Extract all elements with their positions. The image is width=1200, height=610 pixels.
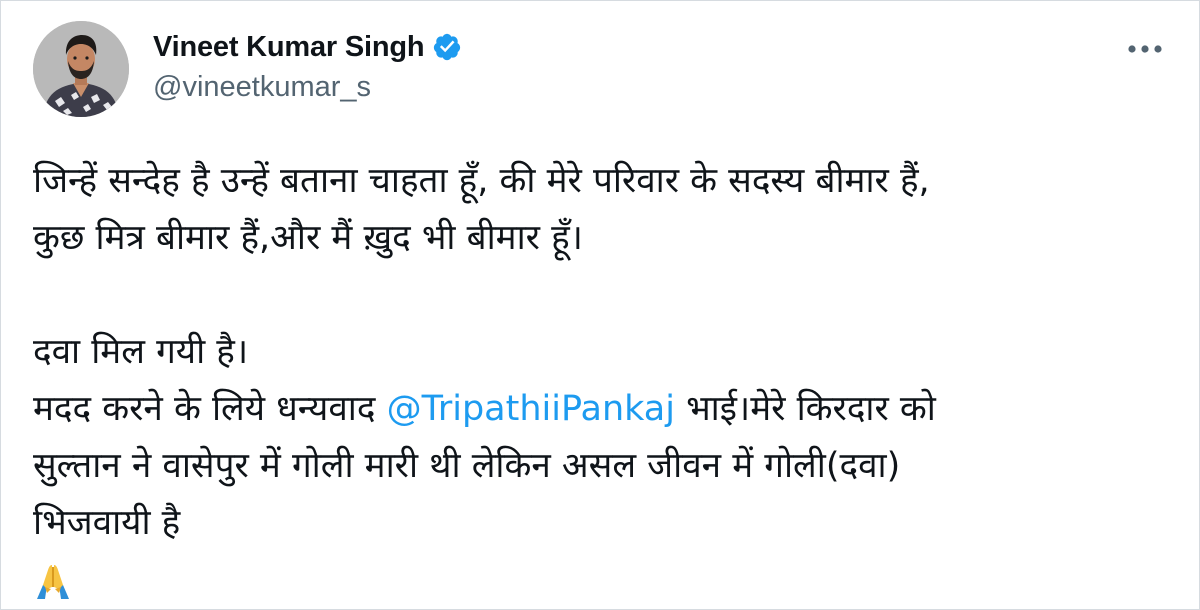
tweet-text-segment: मदद करने के लिये धन्यवाद xyxy=(33,389,387,429)
tweet-line: सुल्तान ने वासेपुर में गोली मारी थी लेकि… xyxy=(33,446,901,486)
verified-badge-icon xyxy=(432,32,462,62)
avatar-photo xyxy=(33,21,129,117)
tweet-text: जिन्हें सन्देह है उन्हें बताना चाहता हूँ… xyxy=(33,153,1183,609)
tweet-card: Vineet Kumar Singh @vineetkumar_s जिन्हे… xyxy=(0,0,1200,610)
tweet-line: मदद करने के लिये धन्यवाद @TripathiiPanka… xyxy=(33,381,1183,438)
more-options-button[interactable] xyxy=(1125,29,1165,69)
tweet-line xyxy=(33,552,1183,609)
folded-hands-emoji xyxy=(33,561,73,601)
author-avatar[interactable] xyxy=(33,21,129,117)
author-name-row: Vineet Kumar Singh xyxy=(153,29,462,65)
mention-link[interactable]: @TripathiiPankaj xyxy=(387,389,675,429)
tweet-line: कुछ मित्र बीमार हैं,और मैं ख़ुद भी बीमार… xyxy=(33,218,583,258)
tweet-line: दवा मिल गयी है। xyxy=(33,332,249,372)
tweet-line: भिजवायी है xyxy=(33,503,181,543)
author-display-name[interactable]: Vineet Kumar Singh xyxy=(153,31,425,64)
line-break xyxy=(33,267,1183,324)
tweet-line: जिन्हें सन्देह है उन्हें बताना चाहता हूँ… xyxy=(33,161,930,201)
more-options-icon xyxy=(1128,45,1162,53)
tweet-text-segment: भाई।मेरे किरदार को xyxy=(674,389,936,429)
author-handle[interactable]: @vineetkumar_s xyxy=(153,71,371,104)
